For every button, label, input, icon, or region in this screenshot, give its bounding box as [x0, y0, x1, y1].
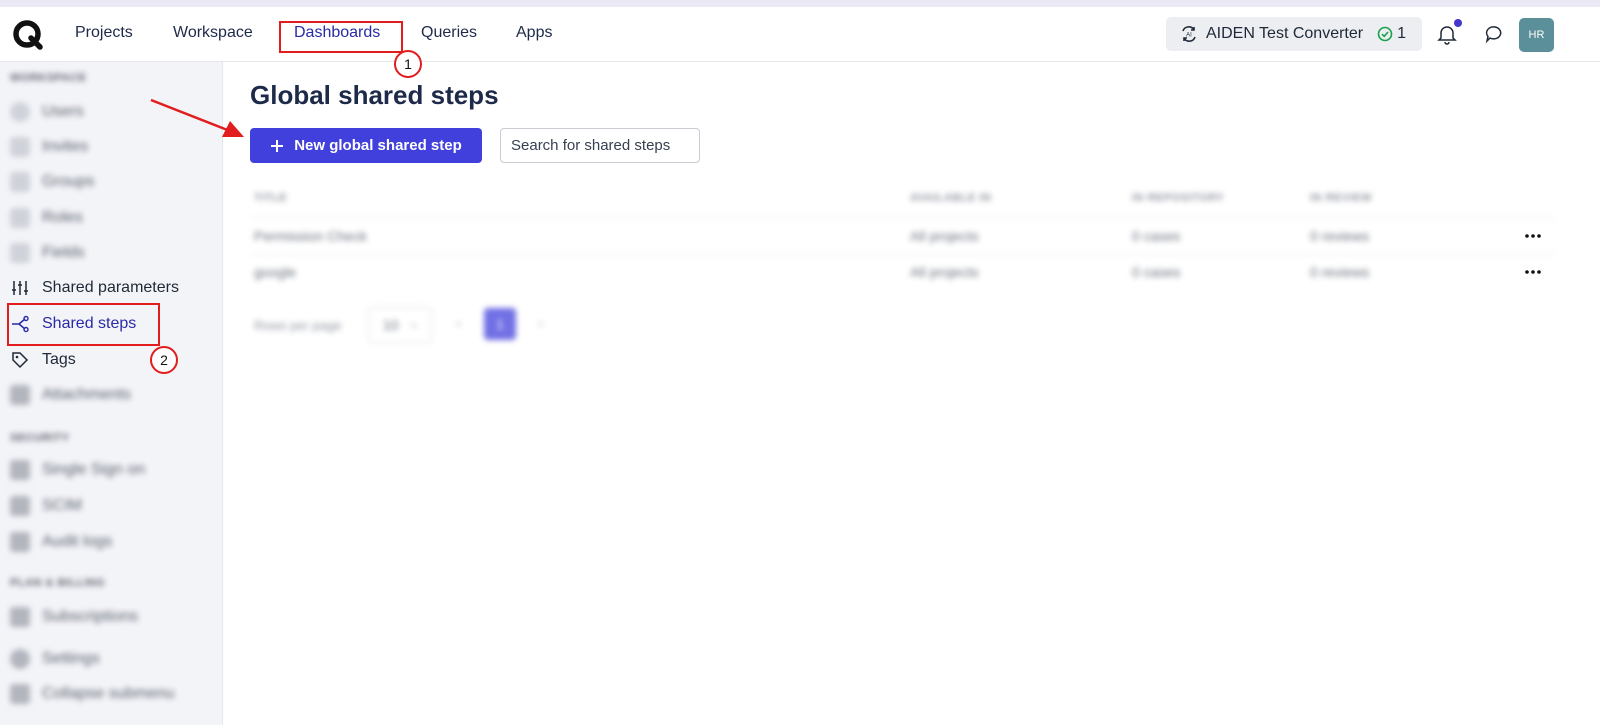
sidebar-section-workspace: WORKSPACE: [10, 72, 87, 84]
ai-convert-icon: AI: [1182, 26, 1196, 42]
group-icon: [10, 172, 30, 192]
sidebar-item-invites[interactable]: Invites: [10, 135, 88, 159]
rows-per-page-value: 10: [383, 317, 399, 333]
column-header-in-review[interactable]: IN REVIEW: [1310, 192, 1372, 204]
sidebar-item-label: Shared parameters: [42, 279, 179, 296]
sidebar-item-label: Settings: [42, 650, 100, 667]
sliders-icon: [12, 281, 28, 295]
notification-dot: [1454, 19, 1462, 27]
new-button-label: New global shared step: [294, 137, 462, 154]
sidebar-item-label: Roles: [42, 209, 83, 226]
sidebar-section-plan: PLAN & BILLING: [10, 577, 105, 589]
sidebar-item-label: Audit logs: [42, 533, 113, 550]
converter-count: 1: [1397, 25, 1406, 42]
annotation-arrow-icon: [150, 98, 244, 137]
aiden-converter-button[interactable]: AI AIDEN Test Converter 1: [1166, 17, 1422, 51]
sidebar-item-settings[interactable]: Settings: [10, 647, 100, 671]
invite-icon: [10, 137, 30, 157]
annotation-box-shared-steps: [7, 303, 160, 346]
row-1-in-review: 0 reviews: [1310, 228, 1370, 244]
nav-projects[interactable]: Projects: [75, 24, 133, 42]
converter-status: 1: [1377, 25, 1406, 43]
nav-workspace[interactable]: Workspace: [173, 24, 253, 42]
page-title: Global shared steps: [250, 80, 499, 110]
sidebar-item-label: Single Sign on: [42, 461, 146, 478]
sidebar-item-fields[interactable]: Fields: [10, 241, 85, 265]
sidebar-item-sso[interactable]: Single Sign on: [10, 458, 145, 482]
sidebar-item-scim[interactable]: SCIM: [10, 494, 82, 518]
sidebar-item-label: Invites: [42, 138, 89, 155]
annotation-box-dashboards: [279, 21, 403, 53]
column-header-available-in[interactable]: AVAILABLE IN: [910, 192, 991, 204]
scim-icon: [10, 496, 30, 516]
chat-bubble-icon[interactable]: [1484, 23, 1506, 45]
sidebar-item-subscriptions[interactable]: Subscriptions: [10, 605, 138, 629]
role-icon: [10, 208, 30, 228]
nav-apps[interactable]: Apps: [516, 24, 552, 42]
sidebar-item-attachments[interactable]: Attachments: [10, 383, 131, 407]
sidebar-item-roles[interactable]: Roles: [10, 206, 83, 230]
sidebar-item-groups[interactable]: Groups: [10, 170, 94, 194]
sidebar-section-security: SECURITY: [10, 432, 70, 444]
sidebar-item-collapse[interactable]: Collapse submenu: [10, 682, 175, 706]
subscription-icon: [10, 607, 30, 627]
annotation-step-2: 2: [150, 346, 178, 374]
sidebar-item-label: Subscriptions: [42, 608, 139, 625]
chevron-right-icon[interactable]: ›: [538, 315, 543, 333]
row-2-in-review: 0 reviews: [1310, 264, 1370, 280]
table-divider: [250, 254, 1555, 255]
row-2-title[interactable]: google: [254, 264, 296, 280]
more-options-icon[interactable]: [1523, 267, 1543, 277]
user-avatar[interactable]: HR: [1519, 18, 1554, 52]
sidebar-item-shared-parameters[interactable]: Shared parameters: [10, 276, 179, 300]
settings-icon: [10, 649, 30, 669]
sidebar-item-label: Groups: [42, 173, 95, 190]
row-1-title[interactable]: Permission Check: [254, 228, 367, 244]
row-1-in-repository: 0 cases: [1132, 228, 1181, 244]
row-2-in-repository: 0 cases: [1132, 264, 1181, 280]
more-options-icon[interactable]: [1523, 231, 1543, 241]
sidebar: WORKSPACE Users Invites Groups Roles Fie…: [0, 62, 223, 725]
row-2-available-in: All projects: [910, 264, 979, 280]
bell-icon[interactable]: [1436, 23, 1458, 45]
row-1-available-in: All projects: [910, 228, 979, 244]
tag-icon: [12, 352, 29, 369]
converter-label: AIDEN Test Converter: [1206, 25, 1364, 42]
svg-text:AI: AI: [1186, 33, 1192, 39]
sidebar-item-label: SCIM: [42, 497, 82, 514]
sidebar-item-label: Fields: [42, 244, 85, 261]
nav-queries[interactable]: Queries: [421, 24, 477, 42]
collapse-icon: [10, 684, 30, 704]
lock-icon: [10, 460, 30, 480]
page-button-current[interactable]: 1: [484, 308, 516, 340]
sidebar-item-label: Users: [42, 103, 84, 120]
annotation-step-1: 1: [394, 50, 422, 78]
qase-logo-icon[interactable]: [12, 19, 44, 51]
chevron-down-icon: ⌄: [409, 316, 420, 330]
top-navbar: Projects Workspace Dashboards Queries Ap…: [0, 7, 1600, 62]
fields-icon: [10, 243, 30, 263]
column-header-title[interactable]: TITLE: [254, 192, 287, 204]
sidebar-item-label: Attachments: [42, 386, 131, 403]
user-icon: [10, 102, 30, 122]
rows-per-page-label: Rows per page: [254, 318, 342, 333]
plus-icon: [271, 139, 284, 152]
column-header-in-repository[interactable]: IN REPOSITORY: [1132, 192, 1224, 204]
sidebar-item-tags[interactable]: Tags: [10, 348, 76, 372]
sidebar-item-label: Collapse submenu: [42, 685, 175, 702]
audit-icon: [10, 532, 30, 552]
new-global-shared-step-button[interactable]: New global shared step: [250, 128, 482, 163]
rows-per-page-select[interactable]: 10 ⌄: [368, 307, 432, 343]
search-shared-steps-input[interactable]: [500, 128, 700, 163]
check-circle-icon: [1377, 26, 1393, 42]
sidebar-item-audit-logs[interactable]: Audit logs: [10, 530, 112, 554]
sidebar-item-label: Tags: [42, 351, 76, 368]
chevron-left-icon[interactable]: ‹: [456, 315, 461, 333]
table-divider: [250, 217, 1555, 218]
attachment-icon: [10, 385, 30, 405]
window-top-strip: [0, 0, 1600, 7]
sidebar-item-users[interactable]: Users: [10, 100, 84, 124]
